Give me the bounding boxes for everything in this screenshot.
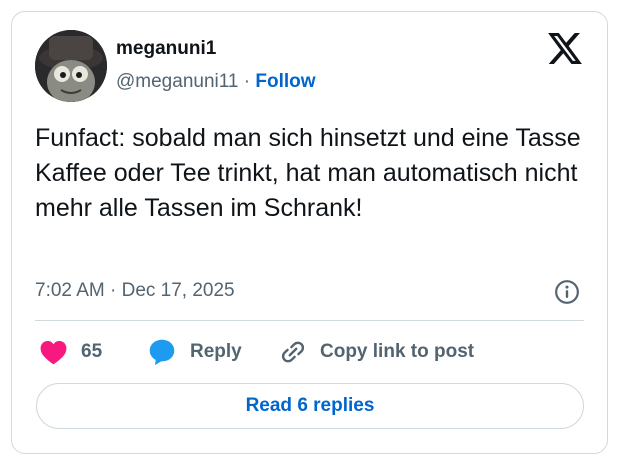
- avatar[interactable]: [35, 30, 107, 102]
- copy-link-label: Copy link to post: [320, 341, 475, 362]
- copy-link-button[interactable]: Copy link to post: [280, 338, 474, 366]
- separator-dot: ·: [243, 71, 251, 92]
- reply-button[interactable]: Reply: [148, 338, 242, 366]
- display-name[interactable]: meganuni1: [116, 38, 216, 60]
- follow-button[interactable]: Follow: [255, 71, 315, 92]
- reply-label: Reply: [190, 341, 242, 362]
- info-icon[interactable]: [554, 279, 580, 305]
- link-icon: [281, 341, 305, 363]
- divider: [35, 320, 584, 321]
- speech-bubble-icon: [149, 339, 175, 366]
- tweet-text: Funfact: sobald man sich hinsetzt und ei…: [35, 124, 581, 222]
- like-button[interactable]: 65: [40, 338, 102, 366]
- x-logo-icon[interactable]: [548, 33, 582, 64]
- handle[interactable]: @meganuni11: [116, 71, 238, 92]
- timestamp[interactable]: 7:02 AM · Dec 17, 2025: [35, 279, 235, 303]
- read-replies-button[interactable]: Read 6 replies: [36, 383, 584, 429]
- like-count: 65: [81, 341, 103, 362]
- heart-icon: [40, 340, 67, 364]
- handle-row: @meganuni11 · Follow: [116, 70, 316, 94]
